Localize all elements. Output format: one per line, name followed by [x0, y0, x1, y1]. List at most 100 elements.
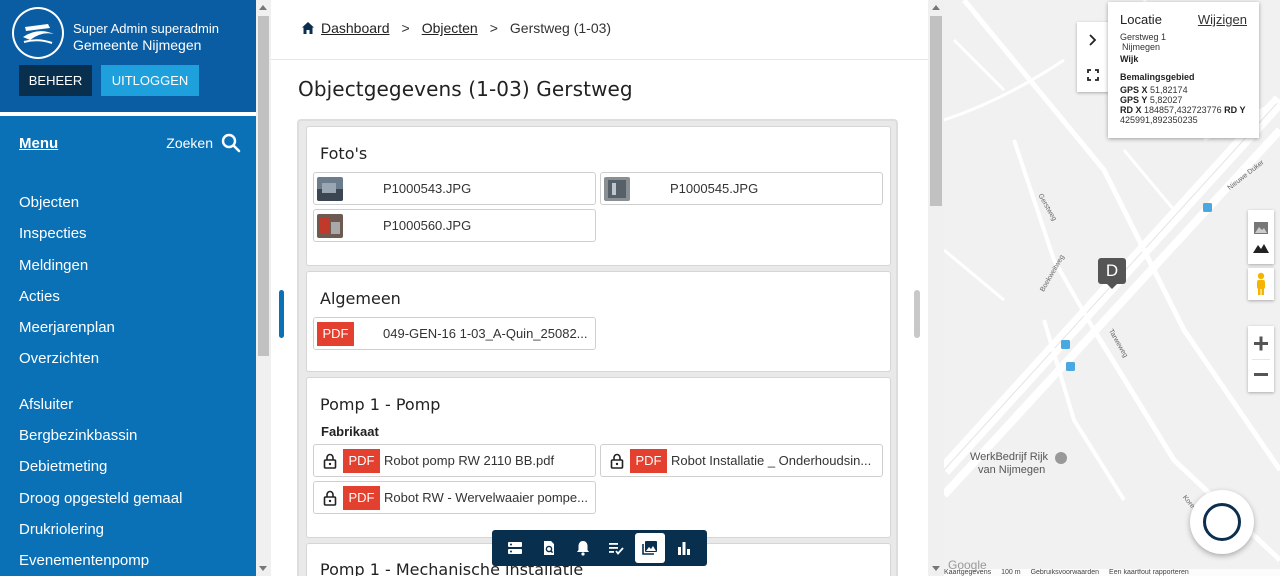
circle-icon	[1203, 503, 1241, 541]
sidebar-scrollbar[interactable]	[256, 0, 271, 576]
fullscreen-icon[interactable]	[1086, 68, 1100, 82]
nav-item-debietmeting[interactable]: Debietmeting	[19, 451, 182, 482]
main-content: Dashboard > Objecten > Gerstweg (1-03) O…	[271, 0, 928, 576]
panel-resize-handle[interactable]	[279, 290, 284, 338]
terrain-icon[interactable]	[1252, 242, 1270, 254]
nav-item-meldingen[interactable]: Meldingen	[19, 250, 182, 281]
zoom-out-icon[interactable]	[1252, 360, 1270, 390]
panel-resize-handle[interactable]	[914, 290, 920, 338]
toolbar-documents-button[interactable]	[635, 533, 666, 563]
logo	[12, 7, 64, 59]
photo-file[interactable]: P1000545.JPG	[600, 172, 883, 205]
map-footer-item[interactable]: Gebruiksvoorwaarden	[1031, 569, 1099, 576]
nav-item-meerjarenplan[interactable]: Meerjarenplan	[19, 312, 182, 343]
uitloggen-button[interactable]: UITLOGGEN	[101, 65, 199, 96]
nav-item-inspecties[interactable]: Inspecties	[19, 218, 182, 249]
home-icon	[302, 22, 314, 34]
zoom-in-icon[interactable]	[1252, 329, 1270, 359]
user-info: Super Admin superadmin Gemeente Nijmegen	[73, 21, 219, 53]
breadcrumb-objecten-link[interactable]: Objecten	[422, 20, 478, 36]
location-address: Gerstweg 1 Nijmegen Wijk	[1120, 32, 1247, 64]
breadcrumb-current: Gerstweg (1-03)	[509, 20, 612, 36]
location-street: Gerstweg 1	[1120, 32, 1167, 42]
map-footer: Kaartgegevens 100 m Gebruiksvoorwaarden …	[944, 569, 1280, 576]
rd-x-value: 184857,432723776	[1144, 105, 1222, 115]
sidebar-nav: Objecten Inspecties Meldingen Acties Mee…	[19, 187, 182, 576]
view-toolbar	[492, 530, 707, 566]
toolbar-statistics-button[interactable]	[669, 533, 699, 563]
location-city: Nijmegen	[1122, 42, 1161, 52]
menu-link[interactable]: Menu	[19, 135, 58, 152]
pdf-file[interactable]: PDF Robot RW - Wervelwaaier pompe...	[313, 481, 596, 514]
search-button[interactable]: Zoeken	[166, 133, 241, 153]
scroll-up-arrow[interactable]	[932, 5, 940, 10]
gps-x-value: 51,82174	[1150, 85, 1188, 95]
map-footer-item[interactable]: Een kaartfout rapporteren	[1109, 569, 1189, 576]
nav-item-evenementenpomp[interactable]: Evenementenpomp	[19, 545, 182, 576]
sidebar: Super Admin superadmin Gemeente Nijmegen…	[0, 0, 256, 576]
nav-item-acties[interactable]: Acties	[19, 281, 182, 312]
file-name: Robot pomp RW 2110 BB.pdf	[384, 453, 555, 468]
lock-icon	[610, 453, 624, 469]
photo-thumbnail	[317, 213, 343, 238]
photo-thumbnail	[604, 176, 630, 201]
satellite-icon[interactable]	[1253, 220, 1269, 236]
pdf-icon: PDF	[317, 321, 354, 346]
object-documents: Foto's P1000543.JPG P1000545.JPG P100056…	[297, 119, 898, 576]
user-name: Super Admin superadmin	[73, 21, 219, 36]
location-wijk-label: Wijk	[1120, 54, 1139, 64]
location-edit-link[interactable]: Wijzigen	[1198, 12, 1247, 27]
file-name: Robot Installatie _ Onderhoudsin...	[671, 453, 872, 468]
menu-bar: Menu Zoeken	[19, 128, 241, 158]
scroll-up-arrow[interactable]	[259, 5, 267, 10]
pdf-icon: PDF	[630, 448, 667, 473]
nav-item-drukriolering[interactable]: Drukriolering	[19, 514, 182, 545]
pdf-file[interactable]: PDF 049-GEN-16 1-03_A-Quin_25082...	[313, 317, 596, 350]
photo-thumbnail	[317, 176, 343, 201]
photo-file[interactable]: P1000543.JPG	[313, 172, 596, 205]
chevron-right-icon[interactable]	[1086, 33, 1100, 47]
map-poi-label: WerkBedrijf Rijk	[970, 451, 1049, 463]
toolbar-notifications-button[interactable]	[568, 533, 598, 563]
map-poi-label: van Nijmegen	[978, 464, 1046, 476]
street-view-pegman[interactable]	[1248, 268, 1274, 300]
nav-item-objecten[interactable]: Objecten	[19, 187, 182, 218]
nav-item-overzichten[interactable]: Overzichten	[19, 343, 182, 374]
scrollbar-thumb[interactable]	[258, 16, 269, 356]
toolbar-object-details-button[interactable]	[500, 533, 530, 563]
pdf-file[interactable]: PDF Robot Installatie _ Onderhoudsin...	[600, 444, 883, 477]
scroll-down-arrow[interactable]	[932, 566, 940, 571]
bemalingsgebied-label: Bemalingsgebied	[1120, 72, 1195, 82]
toolbar-actions-button[interactable]	[601, 533, 631, 563]
bar-chart-icon	[678, 542, 691, 555]
card-subtitle: Fabrikaat	[321, 424, 379, 439]
pdf-file[interactable]: PDF Robot pomp RW 2110 BB.pdf	[313, 444, 596, 477]
pdf-icon: PDF	[343, 448, 380, 473]
breadcrumb-home[interactable]: Dashboard	[301, 20, 390, 36]
file-name: 049-GEN-16 1-03_A-Quin_25082...	[383, 326, 588, 341]
sidebar-header: Super Admin superadmin Gemeente Nijmegen…	[0, 0, 256, 112]
google-logo: Google	[948, 558, 987, 572]
toolbar-inspections-button[interactable]	[534, 533, 564, 563]
main-scrollbar[interactable]	[928, 0, 944, 576]
scroll-down-arrow[interactable]	[259, 566, 267, 571]
card-algemeen: Algemeen PDF 049-GEN-16 1-03_A-Quin_2508…	[306, 271, 891, 372]
pdf-icon: PDF	[343, 485, 380, 510]
location-coordinates: Bemalingsgebied GPS X 51,82174 GPS Y 5,8…	[1120, 72, 1247, 125]
nav-item-afsluiter[interactable]: Afsluiter	[19, 389, 182, 420]
gps-y-label: GPS Y	[1120, 95, 1148, 105]
map-marker[interactable]: D	[1098, 258, 1126, 284]
breadcrumb-separator: >	[401, 20, 410, 36]
rd-y-label: RD Y	[1224, 105, 1246, 115]
nav-item-droog-opgesteld-gemaal[interactable]: Droog opgesteld gemaal	[19, 483, 182, 514]
scrollbar-thumb[interactable]	[930, 16, 942, 206]
organisation-name: Gemeente Nijmegen	[73, 37, 202, 53]
breadcrumb-dashboard-link[interactable]: Dashboard	[321, 20, 390, 36]
file-name: P1000543.JPG	[383, 181, 472, 196]
beheer-button[interactable]: BEHEER	[19, 65, 92, 96]
card-pomp: Pomp 1 - Pomp Fabrikaat PDF Robot pomp R…	[306, 377, 891, 538]
photo-file[interactable]: P1000560.JPG	[313, 209, 596, 242]
nav-item-bergbezinkbassin[interactable]: Bergbezinkbassin	[19, 420, 182, 451]
help-chat-button[interactable]	[1190, 490, 1254, 554]
app-root: Super Admin superadmin Gemeente Nijmegen…	[0, 0, 1280, 576]
